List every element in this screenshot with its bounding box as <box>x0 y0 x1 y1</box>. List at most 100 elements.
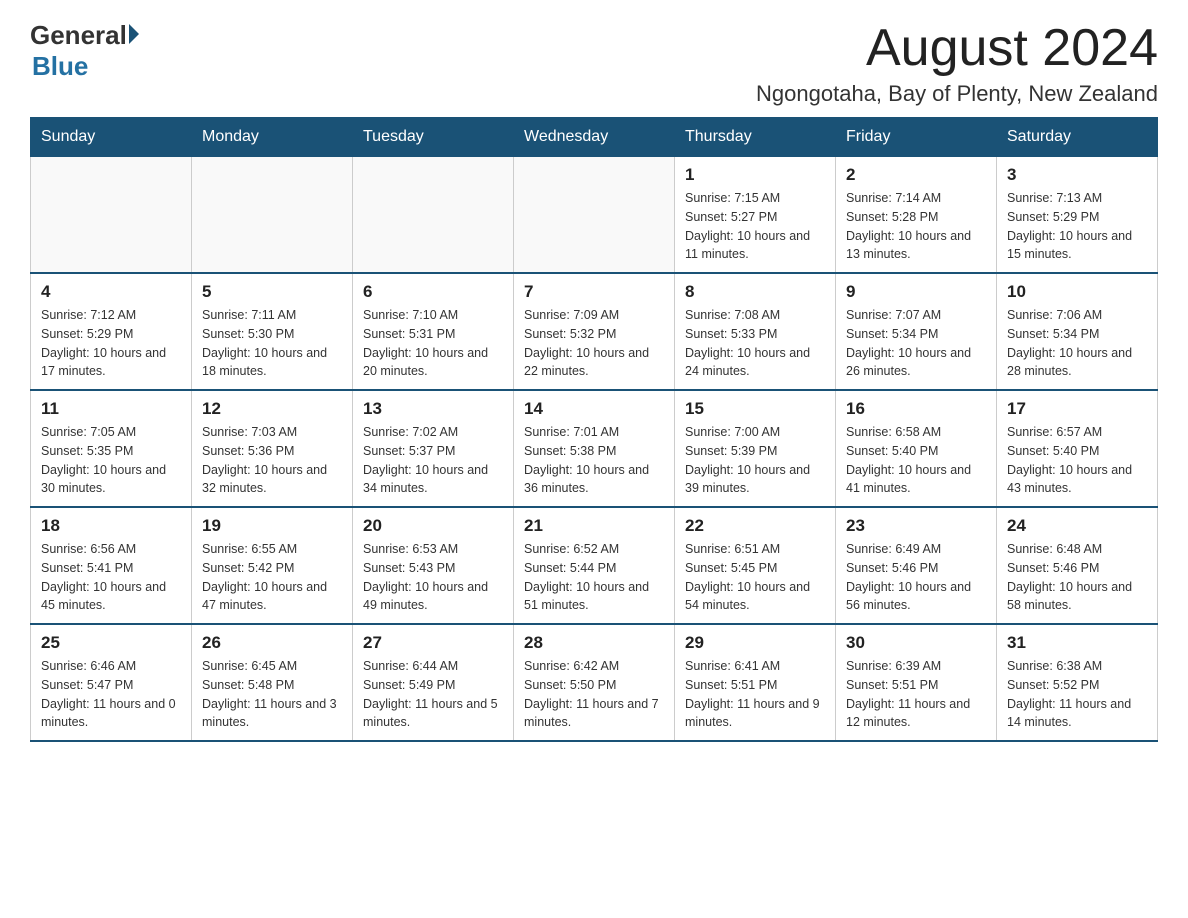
day-info: Sunrise: 7:03 AMSunset: 5:36 PMDaylight:… <box>202 423 342 498</box>
day-number: 26 <box>202 633 342 653</box>
calendar-table: SundayMondayTuesdayWednesdayThursdayFrid… <box>30 117 1158 742</box>
day-info: Sunrise: 6:45 AMSunset: 5:48 PMDaylight:… <box>202 657 342 732</box>
day-number: 19 <box>202 516 342 536</box>
day-number: 28 <box>524 633 664 653</box>
calendar-cell: 17 Sunrise: 6:57 AMSunset: 5:40 PMDayligh… <box>997 390 1158 507</box>
calendar-cell: 11 Sunrise: 7:05 AMSunset: 5:35 PMDayligh… <box>31 390 192 507</box>
day-info: Sunrise: 7:09 AMSunset: 5:32 PMDaylight:… <box>524 306 664 381</box>
day-number: 1 <box>685 165 825 185</box>
calendar-cell <box>31 157 192 274</box>
calendar-cell: 12Sunrise: 7:03 AMSunset: 5:36 PMDayligh… <box>192 390 353 507</box>
calendar-cell: 29 Sunrise: 6:41 AMSunset: 5:51 PMDayligh… <box>675 624 836 741</box>
week-row-4: 25 Sunrise: 6:46 AMSunset: 5:47 PMDayligh… <box>31 624 1158 741</box>
day-number: 24 <box>1007 516 1147 536</box>
calendar-cell: 9 Sunrise: 7:07 AMSunset: 5:34 PMDaylight… <box>836 273 997 390</box>
day-info: Sunrise: 7:02 AMSunset: 5:37 PMDaylight:… <box>363 423 503 498</box>
day-info: Sunrise: 7:01 AMSunset: 5:38 PMDaylight:… <box>524 423 664 498</box>
logo-arrow-icon <box>129 24 139 44</box>
header-sunday: Sunday <box>31 118 192 157</box>
day-info: Sunrise: 6:48 AMSunset: 5:46 PMDaylight:… <box>1007 540 1147 615</box>
page-header: General Blue August 2024 Ngongotaha, Bay… <box>30 20 1158 107</box>
day-info: Sunrise: 7:10 AMSunset: 5:31 PMDaylight:… <box>363 306 503 381</box>
day-number: 22 <box>685 516 825 536</box>
calendar-cell: 13 Sunrise: 7:02 AMSunset: 5:37 PMDayligh… <box>353 390 514 507</box>
calendar-cell: 21 Sunrise: 6:52 AMSunset: 5:44 PMDayligh… <box>514 507 675 624</box>
week-row-2: 11 Sunrise: 7:05 AMSunset: 5:35 PMDayligh… <box>31 390 1158 507</box>
day-number: 27 <box>363 633 503 653</box>
day-info: Sunrise: 6:51 AMSunset: 5:45 PMDaylight:… <box>685 540 825 615</box>
day-number: 20 <box>363 516 503 536</box>
calendar-cell: 31 Sunrise: 6:38 AMSunset: 5:52 PMDayligh… <box>997 624 1158 741</box>
calendar-cell <box>353 157 514 274</box>
day-number: 3 <box>1007 165 1147 185</box>
day-info: Sunrise: 7:13 AMSunset: 5:29 PMDaylight:… <box>1007 189 1147 264</box>
day-info: Sunrise: 6:57 AMSunset: 5:40 PMDaylight:… <box>1007 423 1147 498</box>
day-info: Sunrise: 7:11 AMSunset: 5:30 PMDaylight:… <box>202 306 342 381</box>
calendar-cell: 5Sunrise: 7:11 AMSunset: 5:30 PMDaylight… <box>192 273 353 390</box>
calendar-cell: 22 Sunrise: 6:51 AMSunset: 5:45 PMDayligh… <box>675 507 836 624</box>
day-info: Sunrise: 6:55 AMSunset: 5:42 PMDaylight:… <box>202 540 342 615</box>
day-info: Sunrise: 7:05 AMSunset: 5:35 PMDaylight:… <box>41 423 181 498</box>
header-saturday: Saturday <box>997 118 1158 157</box>
calendar-cell: 10Sunrise: 7:06 AMSunset: 5:34 PMDayligh… <box>997 273 1158 390</box>
calendar-cell: 30Sunrise: 6:39 AMSunset: 5:51 PMDayligh… <box>836 624 997 741</box>
calendar-cell: 23 Sunrise: 6:49 AMSunset: 5:46 PMDayligh… <box>836 507 997 624</box>
calendar-cell: 20Sunrise: 6:53 AMSunset: 5:43 PMDayligh… <box>353 507 514 624</box>
day-info: Sunrise: 7:15 AMSunset: 5:27 PMDaylight:… <box>685 189 825 264</box>
day-info: Sunrise: 6:52 AMSunset: 5:44 PMDaylight:… <box>524 540 664 615</box>
calendar-cell: 6 Sunrise: 7:10 AMSunset: 5:31 PMDaylight… <box>353 273 514 390</box>
header-wednesday: Wednesday <box>514 118 675 157</box>
day-number: 14 <box>524 399 664 419</box>
day-info: Sunrise: 7:12 AMSunset: 5:29 PMDaylight:… <box>41 306 181 381</box>
day-number: 7 <box>524 282 664 302</box>
calendar-cell: 7 Sunrise: 7:09 AMSunset: 5:32 PMDaylight… <box>514 273 675 390</box>
calendar-cell: 3 Sunrise: 7:13 AMSunset: 5:29 PMDaylight… <box>997 157 1158 274</box>
day-number: 6 <box>363 282 503 302</box>
day-number: 16 <box>846 399 986 419</box>
day-number: 9 <box>846 282 986 302</box>
calendar-cell: 18Sunrise: 6:56 AMSunset: 5:41 PMDayligh… <box>31 507 192 624</box>
calendar-cell: 15 Sunrise: 7:00 AMSunset: 5:39 PMDayligh… <box>675 390 836 507</box>
day-number: 17 <box>1007 399 1147 419</box>
day-info: Sunrise: 6:46 AMSunset: 5:47 PMDaylight:… <box>41 657 181 732</box>
calendar-cell: 14 Sunrise: 7:01 AMSunset: 5:38 PMDayligh… <box>514 390 675 507</box>
week-row-0: 1 Sunrise: 7:15 AMSunset: 5:27 PMDaylight… <box>31 157 1158 274</box>
day-number: 21 <box>524 516 664 536</box>
logo: General Blue <box>30 20 139 82</box>
calendar-cell: 8Sunrise: 7:08 AMSunset: 5:33 PMDaylight… <box>675 273 836 390</box>
day-number: 25 <box>41 633 181 653</box>
title-area: August 2024 Ngongotaha, Bay of Plenty, N… <box>756 20 1158 107</box>
day-number: 8 <box>685 282 825 302</box>
day-number: 29 <box>685 633 825 653</box>
day-number: 18 <box>41 516 181 536</box>
day-info: Sunrise: 7:14 AMSunset: 5:28 PMDaylight:… <box>846 189 986 264</box>
month-title: August 2024 <box>756 20 1158 77</box>
day-number: 31 <box>1007 633 1147 653</box>
header-monday: Monday <box>192 118 353 157</box>
calendar-cell: 1 Sunrise: 7:15 AMSunset: 5:27 PMDaylight… <box>675 157 836 274</box>
day-info: Sunrise: 6:58 AMSunset: 5:40 PMDaylight:… <box>846 423 986 498</box>
day-info: Sunrise: 6:39 AMSunset: 5:51 PMDaylight:… <box>846 657 986 732</box>
calendar-cell: 2Sunrise: 7:14 AMSunset: 5:28 PMDaylight… <box>836 157 997 274</box>
location: Ngongotaha, Bay of Plenty, New Zealand <box>756 81 1158 107</box>
calendar-cell: 4Sunrise: 7:12 AMSunset: 5:29 PMDaylight… <box>31 273 192 390</box>
day-info: Sunrise: 6:38 AMSunset: 5:52 PMDaylight:… <box>1007 657 1147 732</box>
calendar-cell <box>192 157 353 274</box>
header-thursday: Thursday <box>675 118 836 157</box>
day-info: Sunrise: 6:42 AMSunset: 5:50 PMDaylight:… <box>524 657 664 732</box>
logo-blue-text: Blue <box>32 51 88 82</box>
day-info: Sunrise: 6:49 AMSunset: 5:46 PMDaylight:… <box>846 540 986 615</box>
day-info: Sunrise: 7:00 AMSunset: 5:39 PMDaylight:… <box>685 423 825 498</box>
calendar-cell: 25 Sunrise: 6:46 AMSunset: 5:47 PMDayligh… <box>31 624 192 741</box>
logo-general: General <box>30 20 139 51</box>
week-row-1: 4Sunrise: 7:12 AMSunset: 5:29 PMDaylight… <box>31 273 1158 390</box>
day-number: 13 <box>363 399 503 419</box>
day-info: Sunrise: 6:41 AMSunset: 5:51 PMDaylight:… <box>685 657 825 732</box>
day-info: Sunrise: 7:07 AMSunset: 5:34 PMDaylight:… <box>846 306 986 381</box>
day-number: 23 <box>846 516 986 536</box>
day-number: 15 <box>685 399 825 419</box>
day-number: 10 <box>1007 282 1147 302</box>
day-number: 11 <box>41 399 181 419</box>
calendar-cell: 16 Sunrise: 6:58 AMSunset: 5:40 PMDayligh… <box>836 390 997 507</box>
header-friday: Friday <box>836 118 997 157</box>
